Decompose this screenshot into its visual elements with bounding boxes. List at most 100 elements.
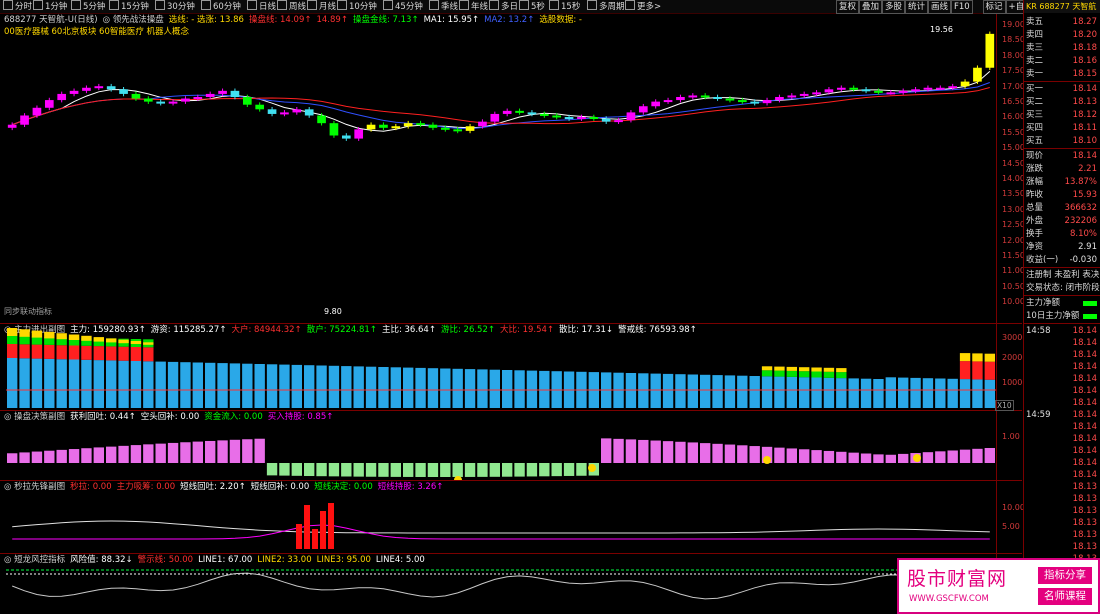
- decision-bar: [316, 463, 327, 477]
- candle: [341, 133, 351, 141]
- ask-row-value: 18.15: [1072, 69, 1097, 79]
- funds-bar: [415, 367, 426, 408]
- bid-row[interactable]: 买一 18.14: [1026, 83, 1100, 96]
- funds-corner[interactable]: X10: [995, 400, 1014, 411]
- quote-row-label: 收益(一): [1026, 255, 1059, 265]
- decision-chart[interactable]: [0, 411, 996, 480]
- decision-bar: [737, 445, 748, 463]
- period-button[interactable]: 多周期: [587, 0, 625, 13]
- period-label: 年线: [471, 2, 489, 12]
- period-button[interactable]: 季线: [429, 0, 458, 13]
- axis-tick-label: 18.00: [1002, 50, 1025, 60]
- funds-bar: [130, 339, 142, 408]
- bid-row[interactable]: 买三 18.12: [1026, 109, 1100, 122]
- ask-row[interactable]: 卖五 18.27: [1026, 16, 1100, 29]
- quote-row[interactable]: 涨幅 13.87%: [1026, 176, 1100, 189]
- candle: [898, 88, 908, 95]
- flow-row[interactable]: 主力净额: [1026, 297, 1100, 310]
- period-button[interactable]: 分时: [3, 0, 32, 13]
- flow-bar: [1083, 314, 1097, 319]
- quote-row-label: 涨幅: [1026, 177, 1044, 187]
- axis-tick-label: 10.00: [1002, 297, 1025, 307]
- risk-chart[interactable]: [0, 554, 996, 614]
- toolbar-right-button[interactable]: 多股: [882, 0, 906, 14]
- period-button[interactable]: 更多>: [625, 0, 661, 13]
- candle: [985, 31, 995, 71]
- toolbar-right-button[interactable]: 标记: [982, 0, 1006, 14]
- info-row[interactable]: 注册制 未盈利 表决: [1026, 269, 1100, 282]
- period-button[interactable]: 月线: [307, 0, 336, 13]
- period-button[interactable]: 10分钟: [337, 0, 377, 13]
- axis-tick-label: 10.50: [1002, 281, 1025, 291]
- decision-bar: [638, 439, 649, 463]
- candle: [304, 107, 314, 118]
- candle: [465, 123, 475, 134]
- pioneer-chart[interactable]: [0, 481, 996, 553]
- decision-bar: [885, 454, 896, 463]
- checkbox-icon: [247, 0, 257, 10]
- toolbar-right-button[interactable]: 复权: [836, 0, 860, 14]
- toolbar-right-button[interactable]: 统计: [905, 0, 929, 14]
- ask-row[interactable]: 卖一 18.15: [1026, 68, 1100, 81]
- checkbox-icon: [625, 0, 635, 10]
- period-button[interactable]: 年线: [459, 0, 488, 13]
- bid-row[interactable]: 买五 18.10: [1026, 135, 1100, 148]
- period-button[interactable]: 30分钟: [155, 0, 195, 13]
- axis-tick-label: 11.50: [1002, 251, 1025, 260]
- period-button[interactable]: 1分钟: [33, 0, 67, 13]
- period-button[interactable]: 15秒: [549, 0, 580, 13]
- funds-chart[interactable]: [0, 324, 996, 410]
- quote-row[interactable]: 涨跌 2.21: [1026, 163, 1100, 176]
- quote-row-value: 18.14: [1072, 151, 1097, 161]
- decision-bar: [514, 463, 525, 477]
- quote-row[interactable]: 换手 8.10%: [1026, 228, 1100, 241]
- bid-row-value: 18.13: [1072, 97, 1097, 107]
- bid-row[interactable]: 买二 18.13: [1026, 96, 1100, 109]
- smiley-icon: [913, 454, 921, 462]
- toolbar-right-button[interactable]: F10: [951, 0, 973, 14]
- decision-bar: [625, 439, 637, 463]
- candlestick-chart[interactable]: 19.56 9.80: [0, 14, 996, 323]
- quote-row[interactable]: 昨收 15.93: [1026, 189, 1100, 202]
- decision-bar: [551, 463, 562, 477]
- toolbar-right-button[interactable]: 叠加: [859, 0, 883, 14]
- pioneer-bar: [328, 503, 334, 549]
- funds-bar: [823, 367, 835, 408]
- decision-bar: [31, 451, 43, 463]
- period-button[interactable]: 5分钟: [71, 0, 105, 13]
- period-button[interactable]: 多日: [489, 0, 518, 13]
- period-button[interactable]: 周线: [277, 0, 306, 13]
- ask-row[interactable]: 卖三 18.18: [1026, 42, 1100, 55]
- decision-bar: [526, 463, 538, 477]
- period-button[interactable]: 60分钟: [201, 0, 241, 13]
- quote-row-value: 366632: [1064, 203, 1097, 213]
- period-button[interactable]: 日线: [247, 0, 276, 13]
- candle: [651, 99, 661, 109]
- period-button[interactable]: 45分钟: [383, 0, 423, 13]
- decision-bar: [662, 441, 674, 463]
- quote-row[interactable]: 净资 2.91: [1026, 241, 1100, 254]
- quote-row[interactable]: 收益(一) -0.030: [1026, 254, 1100, 267]
- candle: [94, 83, 104, 91]
- decision-bar: [390, 463, 401, 477]
- period-label: 1分钟: [45, 2, 68, 12]
- period-label: 日线: [259, 2, 277, 12]
- decision-bar: [576, 463, 587, 476]
- divider: [1024, 323, 1100, 324]
- decision-bar: [341, 463, 352, 477]
- ask-row[interactable]: 卖二 18.16: [1026, 55, 1100, 68]
- period-button[interactable]: 5秒: [519, 0, 545, 13]
- pioneer-bar: [304, 505, 310, 549]
- bid-row[interactable]: 买四 18.11: [1026, 122, 1100, 135]
- flow-row[interactable]: 10日主力净额: [1026, 310, 1100, 323]
- ask-row[interactable]: 卖四 18.20: [1026, 29, 1100, 42]
- info-row[interactable]: 交易状态: 闭市阶段: [1026, 282, 1100, 295]
- decision-bar: [774, 447, 785, 463]
- funds-bar: [341, 366, 352, 408]
- quote-row[interactable]: 外盘 232206: [1026, 215, 1100, 228]
- funds-panel: ◎ 主力进出副图 主力: 159280.93↑ 游资: 115285.27↑ 大户: …: [0, 324, 1027, 411]
- period-button[interactable]: 15分钟: [109, 0, 149, 13]
- quote-row[interactable]: 现价 18.14: [1026, 150, 1100, 163]
- toolbar-right-button[interactable]: 画线: [928, 0, 952, 14]
- quote-row[interactable]: 总量 366632: [1026, 202, 1100, 215]
